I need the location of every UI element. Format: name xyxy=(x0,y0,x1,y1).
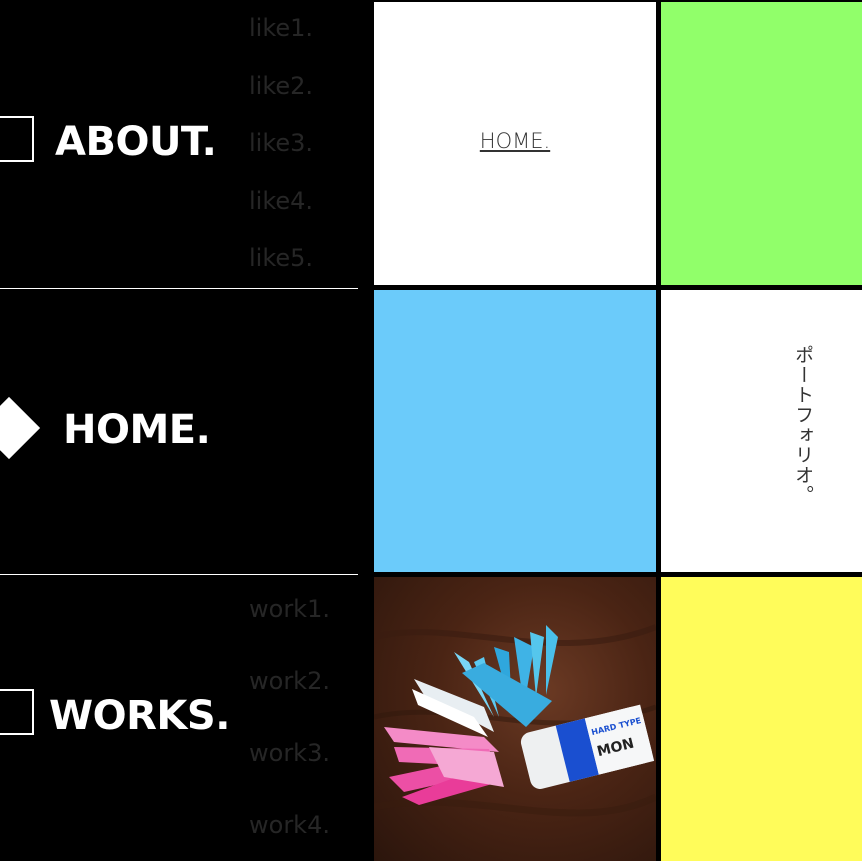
home-tile: HOME. xyxy=(374,2,656,285)
square-outline-icon xyxy=(0,116,34,162)
page: ABOUT. like1. like2. like3. like4. like5… xyxy=(0,0,862,861)
diamond-icon xyxy=(0,396,41,460)
about-sub-item[interactable]: like3. xyxy=(249,129,313,187)
nav-home-link[interactable]: HOME. xyxy=(63,407,211,453)
about-sub-list: like1. like2. like3. like4. like5. xyxy=(249,14,313,288)
about-sub-item[interactable]: like2. xyxy=(249,72,313,130)
yellow-tile xyxy=(661,577,862,861)
nav-section-home: HOME. xyxy=(0,289,358,574)
blue-tile xyxy=(374,290,656,572)
nav-section-about: ABOUT. like1. like2. like3. like4. like5… xyxy=(0,0,358,288)
home-link[interactable]: HOME. xyxy=(480,129,550,153)
nav-about-link[interactable]: ABOUT. xyxy=(55,119,217,165)
nav-section-works: WORKS. work1. work2. work3. work4. xyxy=(0,575,358,861)
works-sub-item[interactable]: work2. xyxy=(249,667,330,739)
nav-works-link[interactable]: WORKS. xyxy=(49,693,230,739)
origami-photo: HARD TYPE MON xyxy=(374,577,656,861)
about-sub-item[interactable]: like1. xyxy=(249,14,313,72)
about-sub-item[interactable]: like4. xyxy=(249,187,313,245)
works-sub-item[interactable]: work3. xyxy=(249,739,330,811)
portfolio-tile xyxy=(661,290,862,572)
works-sub-item[interactable]: work4. xyxy=(249,811,330,861)
portfolio-vertical-text: ポートフォリオ。 xyxy=(792,345,814,505)
square-outline-icon xyxy=(0,689,34,735)
works-sub-item[interactable]: work1. xyxy=(249,595,330,667)
origami-photo-image: HARD TYPE MON xyxy=(374,624,656,817)
works-sub-list: work1. work2. work3. work4. xyxy=(249,595,330,861)
green-tile xyxy=(661,2,862,285)
about-sub-item[interactable]: like5. xyxy=(249,244,313,288)
